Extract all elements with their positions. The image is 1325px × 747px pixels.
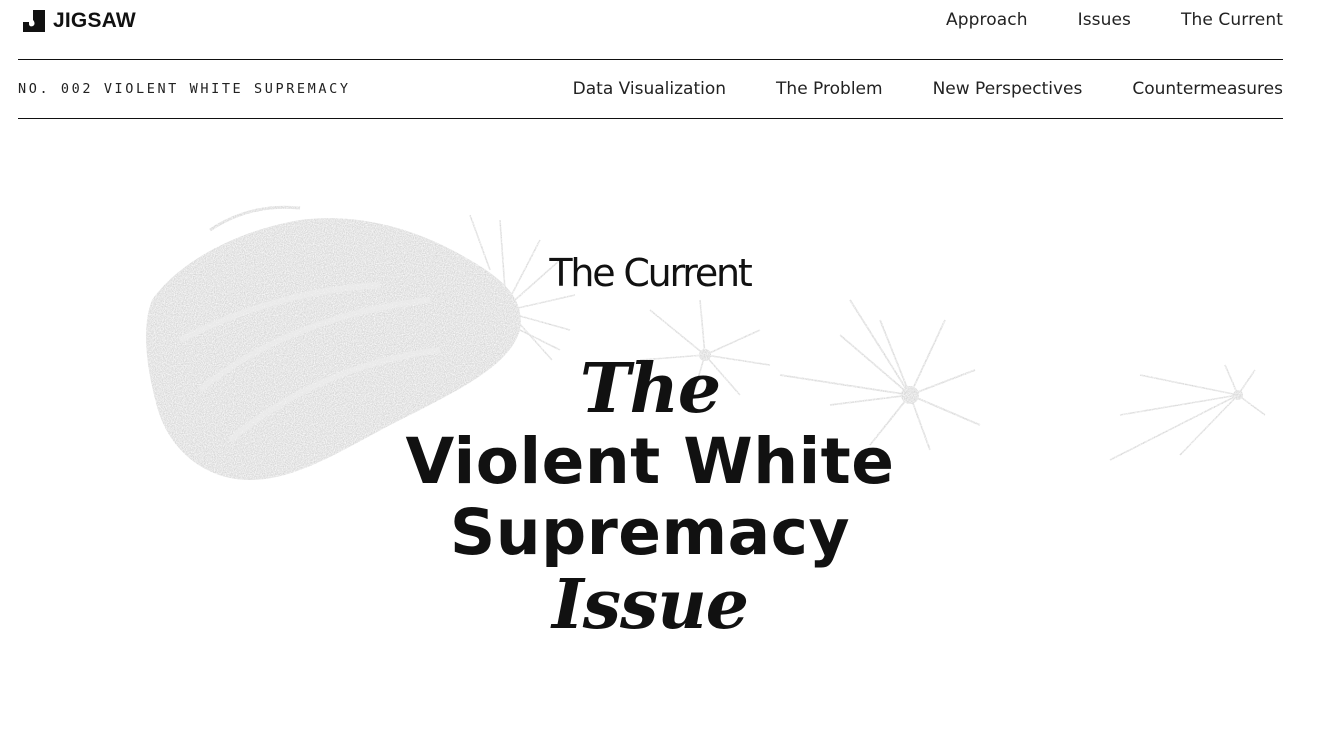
section-nav: Data Visualization The Problem New Persp… [573,79,1283,99]
site-header: JIGSAW Approach Issues The Current [18,0,1283,60]
title-line-2: Supremacy [449,496,851,569]
section-data-visualization[interactable]: Data Visualization [573,79,726,99]
title-line-1: Violent White [405,425,895,498]
jigsaw-logo[interactable]: JIGSAW [23,9,136,33]
nav-approach[interactable]: Approach [946,10,1028,30]
logo-text: JIGSAW [53,9,136,32]
primary-nav: Approach Issues The Current [946,10,1283,30]
nav-issues[interactable]: Issues [1078,10,1131,30]
issue-bar: NO. 002 VIOLENT WHITE SUPREMACY Data Vis… [18,60,1283,119]
jigsaw-logo-icon [23,10,45,32]
section-countermeasures[interactable]: Countermeasures [1132,79,1283,99]
section-the-problem[interactable]: The Problem [776,79,883,99]
page: JIGSAW Approach Issues The Current NO. 0… [0,0,1325,747]
nav-the-current[interactable]: The Current [1181,10,1283,30]
title-issue: Issue [551,565,749,645]
section-new-perspectives[interactable]: New Perspectives [933,79,1083,99]
title-the: The [579,349,721,429]
issue-label: NO. 002 VIOLENT WHITE SUPREMACY [18,81,351,97]
kicker-the-current: The Current [549,251,752,295]
hero-title: The Violent White Supremacy Issue [0,352,1300,642]
